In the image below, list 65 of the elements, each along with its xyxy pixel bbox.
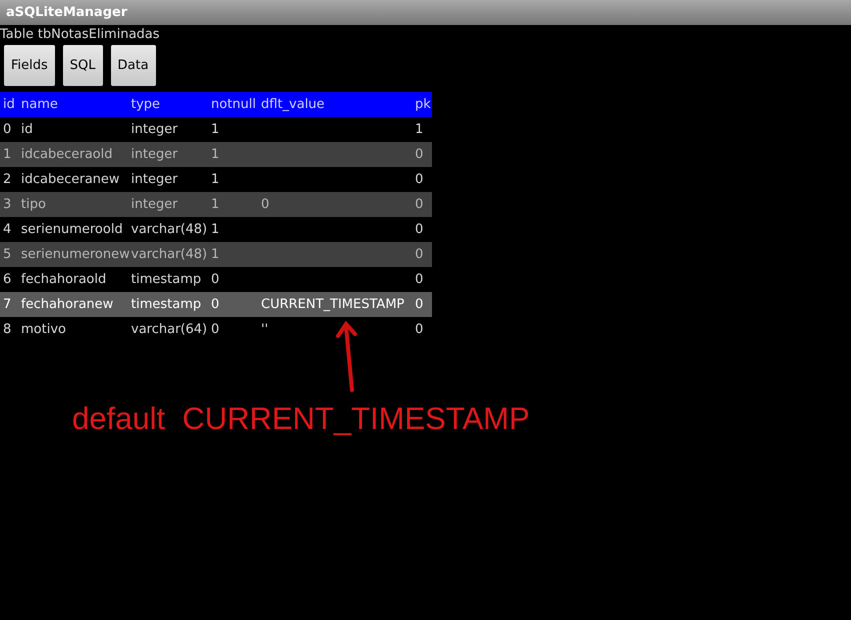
- table-cell: 5: [3, 246, 12, 262]
- table-cell: tipo: [21, 196, 46, 212]
- table-cell: 8: [3, 322, 12, 337]
- table-cell: serienumeronew: [21, 246, 130, 262]
- table-cell: integer: [131, 146, 178, 162]
- table-cell: 0: [415, 172, 424, 187]
- window-title: aSQLiteManager: [6, 4, 128, 22]
- column-header: notnull: [210, 96, 257, 114]
- table-cell: timestamp: [131, 272, 202, 287]
- table-cell: 0: [415, 222, 424, 237]
- table-cell: varchar(48): [131, 222, 208, 237]
- table-cell: CURRENT_TIMESTAMP: [261, 296, 404, 312]
- table-cell: 1: [415, 122, 424, 137]
- table-cell: 1: [211, 146, 220, 162]
- table-cell: 0: [261, 196, 270, 212]
- table-row[interactable]: 5 serienumeronewvarchar(48) 1 0: [0, 242, 432, 267]
- tab-button[interactable]: Fields: [4, 45, 55, 86]
- table-cell: 1: [211, 222, 220, 237]
- table-cell: 0: [211, 296, 220, 312]
- table-cell: 3: [3, 196, 12, 212]
- arrow-icon: [335, 320, 359, 392]
- table-cell: 0: [211, 322, 220, 337]
- table-cell: 1: [211, 172, 220, 187]
- table-cell: 2: [3, 172, 12, 187]
- table-cell: 7: [3, 296, 12, 312]
- annotation-text: default CURRENT_TIMESTAMP: [72, 400, 530, 438]
- table-cell: timestamp: [131, 296, 202, 312]
- column-header: type: [130, 96, 162, 114]
- table-cell: 1: [211, 196, 220, 212]
- table-cell: 6: [3, 272, 12, 287]
- table-cell: 0: [415, 272, 424, 287]
- table-row[interactable]: 3 tipo integer 1 0 0: [0, 192, 432, 217]
- table-cell: 0: [415, 246, 424, 262]
- column-header: pk: [414, 96, 432, 114]
- table-cell: motivo: [21, 322, 66, 337]
- column-header: id: [2, 96, 16, 114]
- table-cell: 0: [415, 322, 424, 337]
- table-cell: id: [21, 122, 33, 137]
- table-cell: fechahoraold: [21, 272, 106, 287]
- table-cell: fechahoranew: [21, 296, 114, 312]
- table-cell: '': [261, 322, 268, 337]
- column-header: name: [20, 96, 59, 114]
- table-cell: 0: [211, 272, 220, 287]
- table-row[interactable]: 7 fechahoranew timestamp 0 CURRENT_TIMESTAMP 0: [0, 292, 432, 317]
- table-cell: integer: [131, 172, 178, 187]
- table-cell: varchar(48): [131, 246, 208, 262]
- table-cell: 0: [415, 146, 424, 162]
- table-row[interactable]: 1 idcabeceraold integer 1 0: [0, 142, 432, 167]
- table-title: Table tbNotasEliminadas: [0, 26, 160, 44]
- table-cell: idcabeceraold: [21, 146, 113, 162]
- table-cell: idcabeceranew: [21, 172, 120, 187]
- table-cell: integer: [131, 122, 178, 137]
- table-cell: 1: [211, 122, 220, 137]
- column-header: dflt_value: [260, 96, 326, 114]
- table-cell: varchar(64): [131, 322, 208, 337]
- table-cell: 4: [3, 222, 12, 237]
- table-cell: 1: [211, 246, 220, 262]
- table-cell: 0: [3, 122, 12, 137]
- table-cell: 1: [3, 146, 12, 162]
- tab-button[interactable]: SQL: [62, 45, 103, 86]
- table-cell: integer: [131, 196, 178, 212]
- table-cell: 0: [415, 296, 424, 312]
- table-cell: serienumeroold: [21, 222, 123, 237]
- tab-button[interactable]: Data: [110, 45, 156, 86]
- table-cell: 0: [415, 196, 424, 212]
